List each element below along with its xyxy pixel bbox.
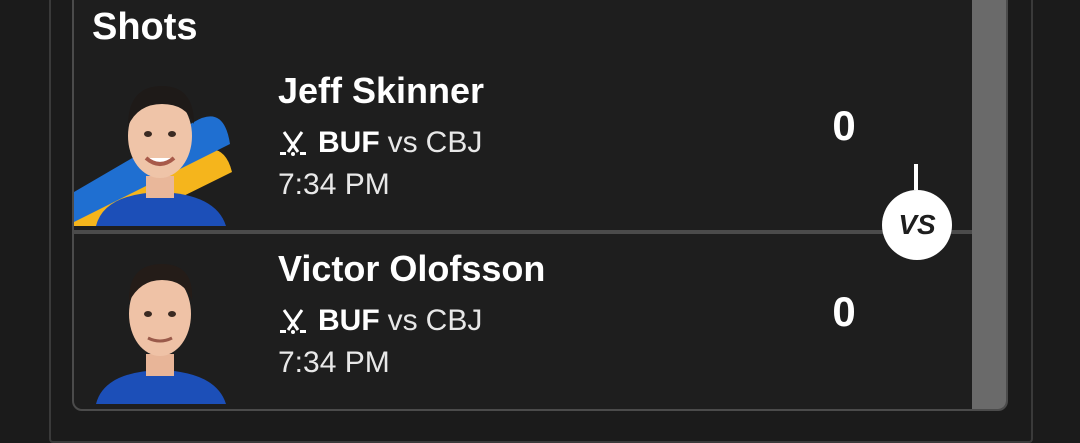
section-title: Shots	[92, 6, 198, 48]
hockey-sticks-icon	[280, 131, 306, 156]
scrollbar[interactable]	[972, 0, 1006, 409]
page: Shots Jeff Skinner BUF vs CBJ 7:34 PM 0 …	[0, 0, 1080, 443]
vs-badge: VS	[882, 190, 952, 260]
game-time: 7:34 PM	[278, 346, 390, 379]
opponent-abbr: CBJ	[425, 126, 483, 159]
player-name: Victor Olofsson	[278, 248, 546, 289]
player-row[interactable]: Jeff Skinner BUF vs CBJ 7:34 PM 0	[74, 58, 974, 234]
player-headshot	[74, 242, 244, 404]
stat-value: 0	[832, 288, 856, 335]
opponent-abbr: CBJ	[425, 304, 483, 337]
player-row[interactable]: Victor Olofsson BUF vs CBJ 7:34 PM 0	[74, 236, 974, 409]
player-headshot	[74, 64, 244, 226]
stat-value: 0	[832, 102, 856, 149]
hockey-sticks-icon	[280, 309, 306, 334]
team-abbr: BUF	[318, 304, 380, 337]
vs-connector	[914, 164, 918, 190]
row-divider	[74, 230, 974, 234]
matchup: BUF vs CBJ	[278, 304, 482, 338]
matchup: BUF vs CBJ	[278, 126, 482, 160]
game-time: 7:34 PM	[278, 168, 390, 201]
shots-card[interactable]: Shots Jeff Skinner BUF vs CBJ 7:34 PM 0 …	[72, 0, 1008, 411]
player-name: Jeff Skinner	[278, 70, 485, 111]
vs-text: vs	[387, 304, 418, 337]
team-abbr: BUF	[318, 126, 380, 159]
vs-text: vs	[387, 126, 418, 159]
